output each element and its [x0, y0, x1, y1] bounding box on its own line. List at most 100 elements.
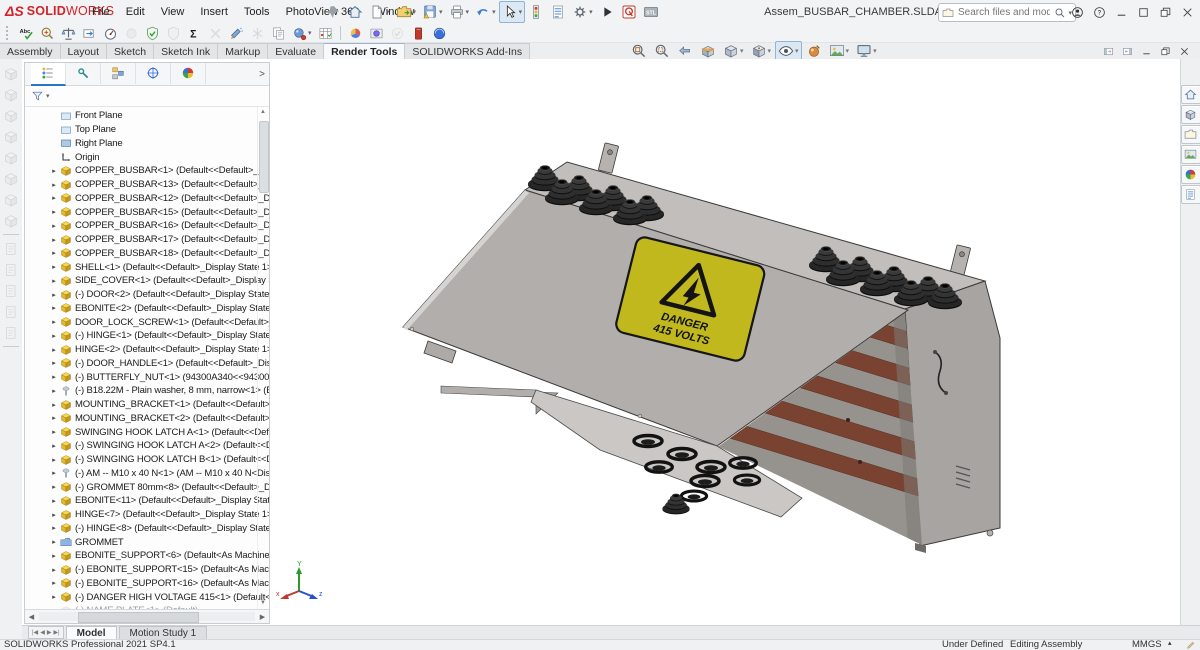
assembly-tool-button[interactable] — [1, 301, 21, 322]
expand-arrow-icon[interactable]: ▸ — [49, 373, 59, 381]
expand-arrow-icon[interactable]: ▸ — [49, 291, 59, 299]
tree-vertical-scrollbar[interactable]: ▲ ▼ — [257, 107, 269, 609]
mounting-bracket-right[interactable] — [950, 245, 970, 276]
save-icon[interactable] — [419, 1, 446, 23]
feature-tree-item[interactable]: ▸ COPPER_BUSBAR<15> (Default<<Default>_D… — [25, 205, 269, 219]
home-icon[interactable] — [344, 1, 366, 23]
feature-tree-item[interactable]: ▸ COPPER_BUSBAR<1> (Default<<Default>_Di… — [25, 164, 269, 178]
search-icon[interactable] — [1054, 7, 1066, 19]
expand-arrow-icon[interactable]: ▸ — [49, 236, 59, 244]
restore-button[interactable] — [1154, 1, 1176, 23]
rebuild-icon[interactable] — [525, 1, 547, 23]
feature-tree-item[interactable]: ▸ Right Plane — [25, 137, 269, 151]
open-document-icon[interactable] — [393, 1, 420, 23]
expand-arrow-icon[interactable]: ▸ — [49, 208, 59, 216]
expand-arrow-icon[interactable]: ▸ — [49, 359, 59, 367]
assembly-tool-button[interactable] — [1, 126, 21, 147]
assembly-tool-button[interactable] — [1, 147, 21, 168]
scroll-right-icon[interactable]: ▶ — [256, 613, 269, 621]
deviation-analysis-icon[interactable] — [205, 25, 226, 42]
feature-tree-item[interactable]: ▸ SIDE_COVER<1> (Default<<Default>_Displ… — [25, 274, 269, 288]
expand-arrow-icon[interactable]: ▸ — [49, 167, 59, 175]
stl-export-icon[interactable] — [640, 1, 662, 23]
expand-arrow-icon[interactable]: ▸ — [49, 442, 59, 450]
assembly-tool-button[interactable] — [1, 189, 21, 210]
expand-arrow-icon[interactable]: ▸ — [49, 538, 59, 546]
status-units[interactable]: MMGS — [1132, 639, 1162, 650]
pin-menu-icon[interactable] — [325, 4, 341, 20]
feature-tree-item[interactable]: ▸ (-) EBONITE_SUPPORT<15> (Default<As Ma… — [25, 563, 269, 577]
select-tool-icon[interactable] — [499, 1, 526, 23]
feature-tree-item[interactable]: ▸ Top Plane — [25, 123, 269, 137]
check-active-document-icon[interactable] — [142, 25, 163, 42]
feature-tree-item[interactable]: ▸ COPPER_BUSBAR<17> (Default<<Default>_D… — [25, 233, 269, 247]
feature-tree-item[interactable]: ▸ Origin — [25, 150, 269, 164]
file-properties-icon[interactable] — [547, 1, 569, 23]
nav-first-icon[interactable]: |◀ — [32, 629, 38, 636]
taskpane-file-explorer-icon[interactable] — [1181, 125, 1200, 144]
curvature-icon[interactable] — [121, 25, 142, 42]
feature-tree-item[interactable]: ▸ MOUNTING_BRACKET<1> (Default<<Default>… — [25, 398, 269, 412]
commandmanager-tab[interactable]: Sketch — [107, 43, 154, 59]
assembly-tool-button[interactable] — [1, 238, 21, 259]
expand-arrow-icon[interactable]: ▸ — [49, 483, 59, 491]
expand-arrow-icon[interactable]: ▸ — [49, 181, 59, 189]
feature-tree-item[interactable]: ▸ COPPER_BUSBAR<16> (Default<<Default>_D… — [25, 219, 269, 233]
panel-flyout-chevron[interactable]: > — [259, 69, 265, 80]
expand-arrow-icon[interactable]: ▸ — [49, 194, 59, 202]
feature-tree-item[interactable]: ▸ (-) SWINGING HOOK LATCH B<1> (Default<… — [25, 453, 269, 467]
new-document-icon[interactable] — [366, 1, 393, 23]
assembly-tool-button[interactable] — [1, 84, 21, 105]
pdf-export-icon[interactable] — [618, 1, 640, 23]
options-icon[interactable] — [569, 1, 596, 23]
hscroll-thumb[interactable] — [78, 612, 199, 623]
feature-tree-item[interactable]: ▸ (-) AM -- M10 x 40 N<1> (AM -- M10 x 4… — [25, 467, 269, 481]
expand-arrow-icon[interactable]: ▸ — [49, 346, 59, 354]
feature-tree-item[interactable]: ▸ EBONITE<2> (Default<<Default>_Display … — [25, 302, 269, 316]
configurationmanager-tab-icon[interactable] — [101, 63, 136, 84]
search-box[interactable]: ▾ — [938, 3, 1076, 22]
expand-arrow-icon[interactable]: ▸ — [49, 456, 59, 464]
taskpane-custom-properties-icon[interactable] — [1181, 185, 1200, 204]
expand-arrow-icon[interactable]: ▸ — [49, 277, 59, 285]
design-status-icon[interactable] — [163, 25, 184, 42]
scroll-thumb[interactable] — [259, 121, 269, 193]
section-properties-icon[interactable] — [79, 25, 100, 42]
taskpane-view-palette-icon[interactable] — [1181, 145, 1200, 164]
nav-next-icon[interactable]: ▶ — [47, 629, 52, 636]
expand-arrow-icon[interactable]: ▸ — [49, 497, 59, 505]
taskpane-home-icon[interactable] — [1181, 85, 1200, 104]
displaymanager-tab-icon[interactable] — [171, 63, 206, 84]
propertymanager-tab-icon[interactable] — [66, 63, 101, 84]
assembly-tool-button[interactable] — [1, 322, 21, 343]
dimxpertmanager-tab-icon[interactable] — [136, 63, 171, 84]
toolbar-grip[interactable] — [6, 26, 12, 40]
design-table-icon[interactable] — [315, 25, 336, 42]
feature-tree-item[interactable]: ▸ (-) NAME PLATE<1> (Default) — [25, 604, 269, 609]
commandmanager-tab[interactable]: Render Tools — [324, 43, 405, 59]
assembly-tool-button[interactable] — [3, 234, 19, 235]
doc-restore-icon[interactable] — [1158, 44, 1173, 58]
toolbar-button[interactable] — [340, 26, 341, 40]
menu-item[interactable]: View — [153, 0, 193, 24]
feature-tree-item[interactable]: ▸ (-) HINGE<1> (Default<<Default>_Displa… — [25, 329, 269, 343]
minimize-button[interactable] — [1110, 1, 1132, 23]
assembly-tool-button[interactable] — [1, 105, 21, 126]
taskpane-appearances-icon[interactable] — [1181, 165, 1200, 184]
pane-right-icon[interactable] — [1120, 44, 1135, 58]
feature-tree-item[interactable]: ▸ COPPER_BUSBAR<13> (Default<<Default>_D… — [25, 178, 269, 192]
help-button[interactable] — [1088, 1, 1110, 23]
assembly-tool-button[interactable] — [3, 346, 19, 347]
print-icon[interactable] — [446, 1, 473, 23]
feature-tree-item[interactable]: ▸ (-) EBONITE_SUPPORT<16> (Default<As Ma… — [25, 577, 269, 591]
expand-arrow-icon[interactable]: ▸ — [49, 579, 59, 587]
expand-arrow-icon[interactable]: ▸ — [49, 387, 59, 395]
mounting-bracket-left[interactable] — [598, 143, 618, 174]
maximize-button[interactable] — [1132, 1, 1154, 23]
expand-arrow-icon[interactable]: ▸ — [49, 524, 59, 532]
mass-properties-icon[interactable] — [58, 25, 79, 42]
render-check-icon[interactable] — [387, 25, 408, 42]
freeze-icon[interactable] — [247, 25, 268, 42]
feature-tree-item[interactable]: ▸ SWINGING HOOK LATCH A<1> (Default<<Def… — [25, 425, 269, 439]
expand-arrow-icon[interactable]: ▸ — [49, 263, 59, 271]
